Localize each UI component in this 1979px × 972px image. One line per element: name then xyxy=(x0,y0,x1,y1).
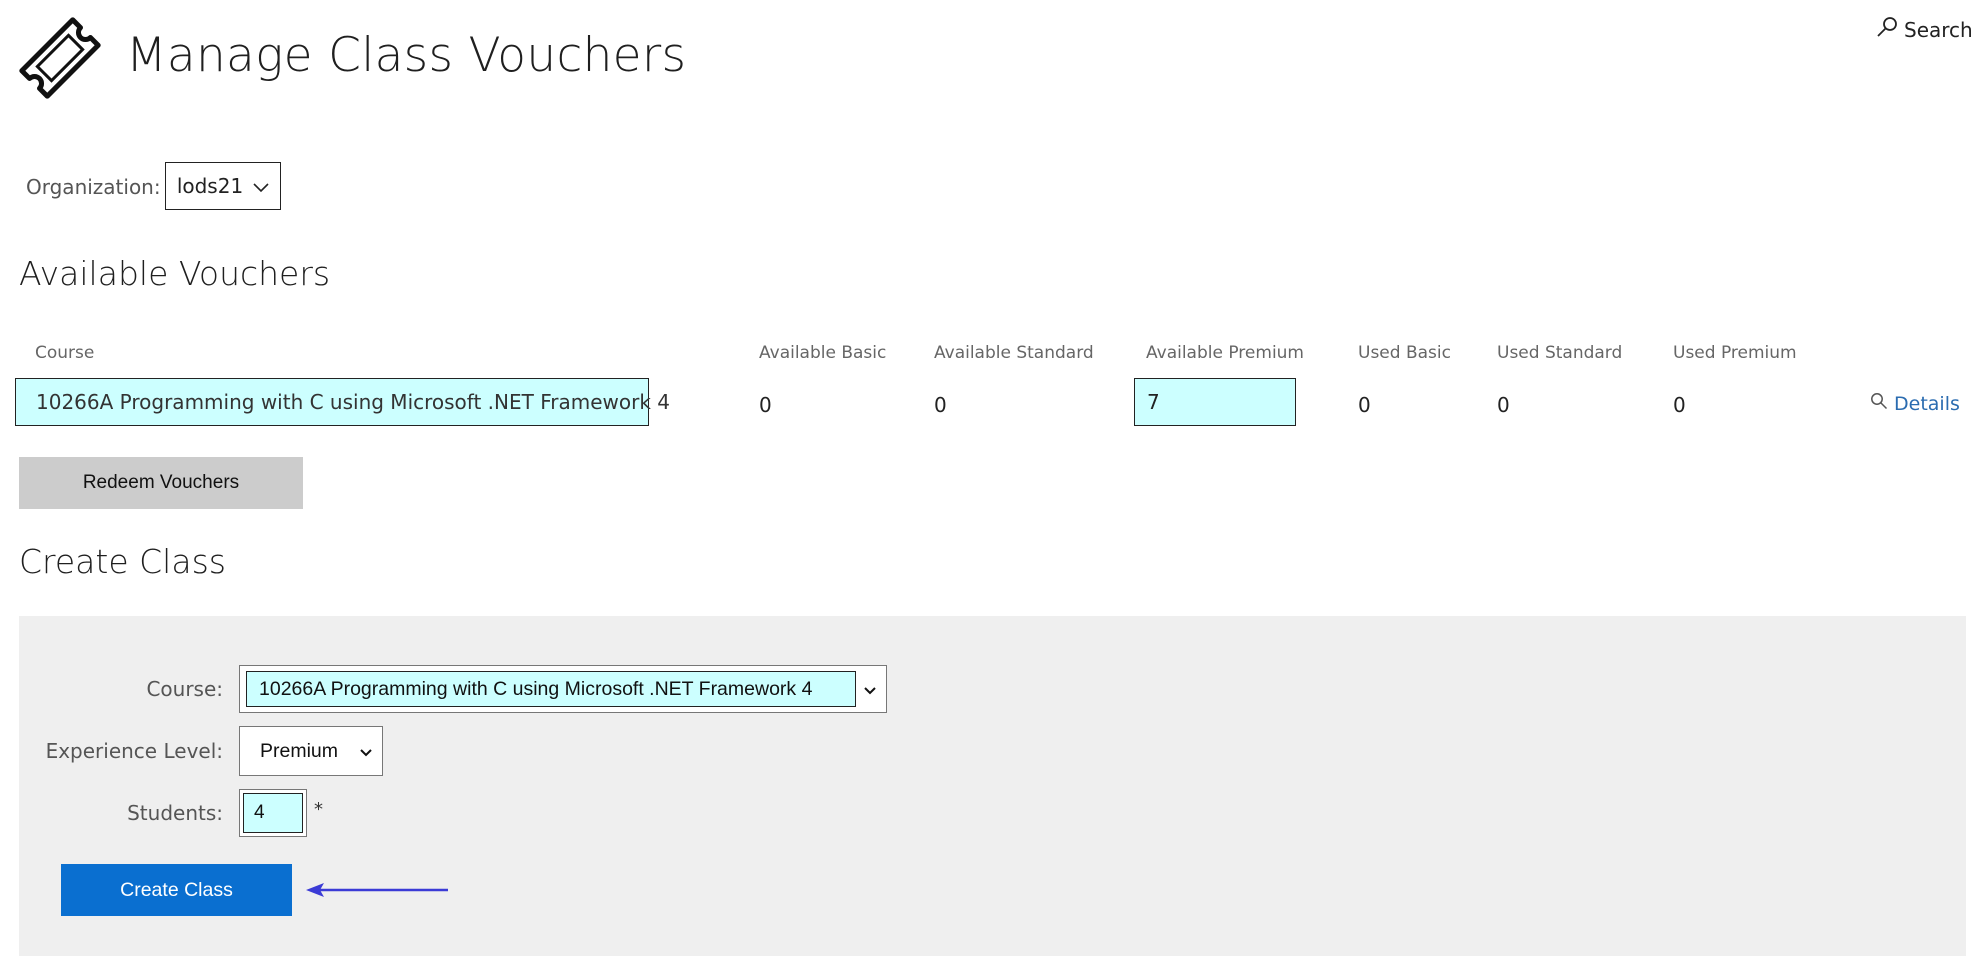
experience-level-select[interactable]: Premium xyxy=(239,726,383,776)
students-label: Students: xyxy=(127,801,223,825)
column-header-used-standard: Used Standard xyxy=(1497,343,1623,363)
available-standard-value: 0 xyxy=(934,393,947,417)
details-label: Details xyxy=(1894,392,1960,415)
organization-label: Organization: xyxy=(26,175,161,199)
used-basic-value: 0 xyxy=(1358,393,1371,417)
available-basic-value: 0 xyxy=(759,393,772,417)
column-header-used-premium: Used Premium xyxy=(1673,343,1797,363)
used-standard-value: 0 xyxy=(1497,393,1510,417)
voucher-course-cell: 10266A Programming with C using Microsof… xyxy=(15,378,670,426)
used-premium-value: 0 xyxy=(1673,393,1686,417)
column-header-available-standard: Available Standard xyxy=(934,343,1094,363)
chevron-down-icon xyxy=(864,680,876,699)
annotation-arrow-icon xyxy=(304,880,450,900)
available-premium-value: 7 xyxy=(1134,378,1296,426)
details-link[interactable]: Details xyxy=(1870,392,1960,415)
course-select-value: 10266A Programming with C using Microsof… xyxy=(246,671,856,707)
students-input-wrapper xyxy=(239,789,307,837)
organization-select[interactable]: lods21 xyxy=(165,162,281,210)
required-marker: * xyxy=(314,799,323,820)
redeem-vouchers-button[interactable]: Redeem Vouchers xyxy=(19,457,303,509)
chevron-down-icon xyxy=(253,174,269,198)
students-input[interactable] xyxy=(243,793,303,833)
course-select[interactable]: 10266A Programming with C using Microsof… xyxy=(239,665,887,713)
magnifier-icon xyxy=(1870,392,1888,415)
create-class-heading: Create Class xyxy=(19,542,226,581)
create-class-button[interactable]: Create Class xyxy=(61,864,292,916)
search-label: Search xyxy=(1904,17,1973,42)
ticket-logo-icon xyxy=(18,16,102,100)
column-header-used-basic: Used Basic xyxy=(1358,343,1451,363)
column-header-available-premium: Available Premium xyxy=(1146,343,1304,363)
experience-level-label: Experience Level: xyxy=(45,739,223,763)
column-header-course: Course xyxy=(35,343,95,363)
search-link[interactable]: Search xyxy=(1876,16,1973,43)
chevron-down-icon xyxy=(360,740,372,763)
experience-level-value: Premium xyxy=(260,739,339,762)
course-field-label: Course: xyxy=(146,677,223,701)
column-header-available-basic: Available Basic xyxy=(759,343,887,363)
page-title: Manage Class Vouchers xyxy=(126,28,687,83)
available-vouchers-heading: Available Vouchers xyxy=(19,254,331,293)
search-icon xyxy=(1876,16,1898,43)
organization-value: lods21 xyxy=(176,174,244,198)
